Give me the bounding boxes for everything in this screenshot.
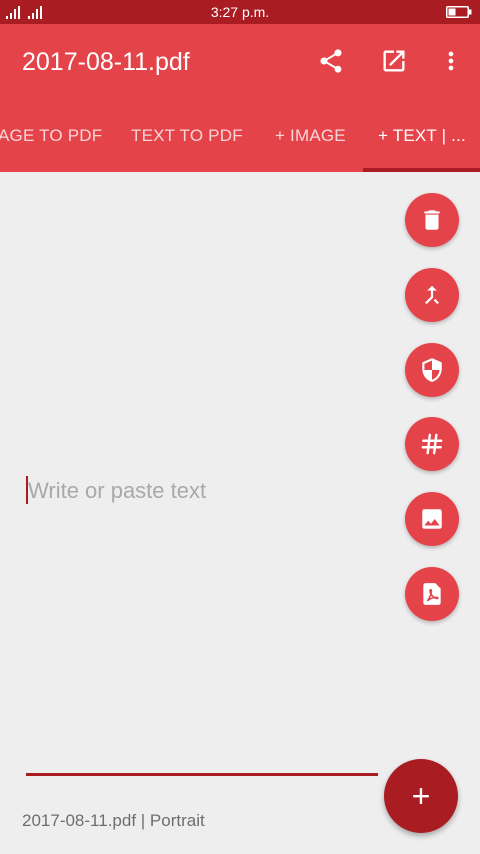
- tab-add-text[interactable]: + TEXT | ...: [378, 125, 466, 147]
- status-time: 3:27 p.m.: [210, 4, 270, 20]
- delete-button[interactable]: [405, 193, 459, 247]
- more-vert-icon: [448, 51, 454, 71]
- security-icon: [422, 358, 442, 382]
- share-icon: [320, 49, 342, 73]
- more-options-button[interactable]: [434, 44, 468, 78]
- pdf-button[interactable]: [405, 567, 459, 621]
- open-external-icon: [383, 50, 405, 72]
- security-button[interactable]: [405, 343, 459, 397]
- editor-divider: [26, 773, 378, 776]
- editor-placeholder: Write or paste text: [28, 478, 207, 503]
- tab-image-to-pdf[interactable]: AGE TO PDF: [0, 125, 102, 147]
- plus-icon: +: [411, 778, 431, 814]
- hashtag-icon: [421, 433, 443, 455]
- add-button[interactable]: +: [384, 759, 458, 833]
- document-info: 2017-08-11.pdf | Portrait: [22, 811, 205, 830]
- merge-button[interactable]: [405, 268, 459, 322]
- add-image-button[interactable]: [405, 492, 459, 546]
- text-editor[interactable]: Write or paste text: [26, 474, 386, 508]
- tab-bar: AGE TO PDF TEXT TO PDF + IMAGE + TEXT | …: [0, 100, 480, 172]
- page-number-button[interactable]: [405, 417, 459, 471]
- delete-icon: [424, 210, 440, 230]
- document-title: 2017-08-11.pdf: [22, 48, 190, 76]
- open-external-button[interactable]: [377, 44, 411, 78]
- pdf-icon: [423, 583, 441, 605]
- merge-icon: [425, 285, 439, 305]
- tab-indicator: [363, 168, 480, 172]
- tab-text-to-pdf[interactable]: TEXT TO PDF: [131, 125, 243, 147]
- tab-add-image[interactable]: + IMAGE: [275, 125, 346, 147]
- share-button[interactable]: [314, 44, 348, 78]
- image-icon: [422, 509, 442, 529]
- app-bar: 2017-08-11.pdf: [0, 24, 480, 100]
- status-bar: 3:27 p.m.: [0, 0, 480, 24]
- battery-icon: [446, 6, 472, 18]
